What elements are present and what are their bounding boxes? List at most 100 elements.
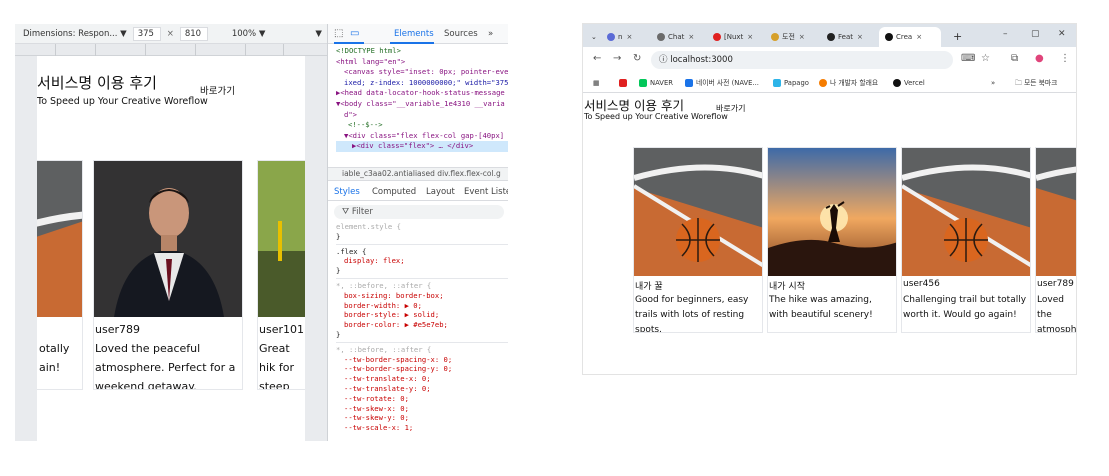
bookmark-papago[interactable]: Papago: [773, 77, 809, 89]
style-line[interactable]: --tw-border-spacing-y: 0;: [336, 364, 508, 374]
dom-line[interactable]: <!DOCTYPE html>: [336, 46, 508, 57]
style-line[interactable]: --tw-border-spacing-x: 0;: [336, 355, 508, 365]
style-line[interactable]: *, ::before, ::after {: [336, 277, 508, 291]
close-tab-icon[interactable]: ×: [799, 33, 805, 41]
card-image: [1036, 148, 1076, 276]
style-line[interactable]: border-width: ▶ 0;: [336, 301, 508, 311]
bookmark-star-icon[interactable]: ☆: [981, 53, 990, 64]
style-line[interactable]: display: flex;: [336, 256, 508, 266]
zoom-label: 100%: [231, 28, 257, 39]
close-tab-icon[interactable]: ×: [688, 33, 694, 41]
bookmark-vercel[interactable]: Vercel: [893, 77, 925, 89]
close-tab-icon[interactable]: ×: [916, 33, 922, 41]
tab-styles[interactable]: Styles: [334, 187, 360, 197]
browser-tab-active[interactable]: Crea ×: [879, 27, 941, 47]
style-line[interactable]: border-color: ▶ #e5e7eb;: [336, 320, 508, 330]
bookmark-naver-dict[interactable]: 네이버 사전 (NAVE...: [685, 77, 759, 89]
review-card[interactable]: otally ain!: [37, 160, 83, 390]
style-line[interactable]: }: [336, 330, 508, 340]
maximize-icon[interactable]: ▢: [1031, 29, 1040, 39]
bookmark-naver[interactable]: NAVER: [639, 77, 673, 89]
tab-event-listeners[interactable]: Event Listen: [464, 187, 508, 197]
profile-avatar[interactable]: ●: [1035, 53, 1044, 64]
apps-icon[interactable]: ▦: [593, 77, 599, 89]
extensions-icon[interactable]: ⧉: [1011, 53, 1018, 64]
style-line[interactable]: --tw-translate-x: 0;: [336, 374, 508, 384]
review-card[interactable]: user456 Challenging trail but totally wo…: [901, 147, 1031, 333]
dom-breadcrumb[interactable]: iable_c3aa02.antialiased div.flex.flex-c…: [328, 167, 508, 181]
dom-line[interactable]: ixed; z-index: 1000000000;" width="375: [336, 78, 508, 89]
dom-line[interactable]: <canvas style="inset: 0px; pointer-eve: [336, 67, 508, 78]
dom-line[interactable]: <!--$-->: [336, 120, 508, 131]
review-card[interactable]: user789 Loved the atmosphere weekend: [1035, 147, 1076, 333]
width-input[interactable]: 375: [132, 26, 161, 41]
all-bookmarks-folder[interactable]: 🗀 모든 북마크: [1015, 77, 1057, 89]
style-line[interactable]: }: [336, 232, 508, 242]
tab-sources[interactable]: Sources: [444, 29, 478, 39]
dom-line-selected[interactable]: ▶<div class="flex"> … </div>: [336, 141, 508, 152]
tab-strip: ⌄ n × Chat × [Nuxt × 도전 × Feat × Crea × + – ▢ …: [583, 24, 1076, 47]
browser-tab[interactable]: 도전 ×: [765, 27, 819, 47]
bookmarks-bar: ▦ NAVER 네이버 사전 (NAVE... Papago 나 개발자 할래요…: [583, 73, 1076, 93]
back-icon[interactable]: ←: [593, 53, 601, 64]
style-line[interactable]: --tw-skew-y: 0;: [336, 413, 508, 423]
site-info-icon[interactable]: ⓘ: [659, 55, 668, 65]
style-line[interactable]: .flex {: [336, 243, 508, 257]
close-tab-icon[interactable]: ×: [857, 33, 863, 41]
style-line[interactable]: *, ::before, ::after {: [336, 341, 508, 355]
dom-line[interactable]: ▼<div class="flex flex-col gap-[40px]: [336, 131, 508, 142]
device-select[interactable]: Dimensions: Respon... ▼: [23, 29, 127, 39]
tab-search-icon[interactable]: ⌄: [585, 27, 599, 47]
styles-pane[interactable]: element.style { } .flex { display: flex;…: [336, 222, 508, 441]
browser-tab[interactable]: n ×: [601, 27, 649, 47]
style-line[interactable]: --tw-skew-x: 0;: [336, 404, 508, 414]
bookmark-dev[interactable]: 나 개발자 할래요: [819, 77, 878, 89]
new-tab-icon[interactable]: +: [947, 27, 962, 47]
dom-line[interactable]: ▶<head data-locator-hook-status-message: [336, 88, 508, 99]
more-options-icon[interactable]: ▼: [315, 29, 322, 39]
translate-icon[interactable]: ⌨: [961, 53, 975, 64]
style-line[interactable]: border-style: ▶ solid;: [336, 310, 508, 320]
review-card[interactable]: user789 Loved the peaceful atmosphere. P…: [93, 160, 243, 390]
more-bookmarks-icon[interactable]: »: [991, 77, 995, 89]
more-tabs-icon[interactable]: »: [488, 29, 493, 39]
tab-computed[interactable]: Computed: [372, 187, 416, 197]
style-line[interactable]: --tw-rotate: 0;: [336, 394, 508, 404]
active-tab-indicator: [390, 42, 434, 44]
dom-line[interactable]: <html lang="en">: [336, 57, 508, 68]
style-line[interactable]: --tw-scale-x: 1;: [336, 423, 508, 433]
style-line[interactable]: --tw-translate-y: 0;: [336, 384, 508, 394]
close-tab-icon[interactable]: ×: [747, 33, 753, 41]
dom-line[interactable]: d">: [336, 110, 508, 121]
close-window-icon[interactable]: ✕: [1058, 29, 1066, 39]
minimize-icon[interactable]: –: [1003, 29, 1008, 39]
zoom-select[interactable]: 100% ▼: [232, 29, 266, 39]
review-card[interactable]: 내가 꿀 Good for beginners, easy trails wit…: [633, 147, 763, 333]
dom-tree[interactable]: <!DOCTYPE html> <html lang="en"> <canvas…: [336, 46, 508, 166]
browser-tab[interactable]: Chat ×: [651, 27, 705, 47]
dom-line[interactable]: ▼<body class="__variable_1e4310 __varia: [336, 99, 508, 110]
shortcut-link[interactable]: 바로가기: [200, 83, 235, 97]
review-card[interactable]: 내가 시작 The hike was amazing, with beautif…: [767, 147, 897, 333]
device-toggle-icon[interactable]: ▭: [350, 28, 359, 39]
style-line[interactable]: element.style {: [336, 222, 508, 232]
review-card[interactable]: user101 Great hik for steep: [257, 160, 305, 390]
basketball-image: [1036, 148, 1076, 276]
forward-icon[interactable]: →: [613, 53, 621, 64]
tab-layout[interactable]: Layout: [426, 187, 455, 197]
tab-elements[interactable]: Elements: [394, 29, 434, 39]
browser-tab[interactable]: [Nuxt ×: [707, 27, 763, 47]
bookmark-youtube[interactable]: [619, 77, 630, 89]
menu-icon[interactable]: ⋮: [1060, 53, 1070, 64]
tab-label: [Nuxt: [724, 33, 744, 41]
styles-filter-input[interactable]: ⛛ Filter: [334, 205, 504, 219]
style-line[interactable]: }: [336, 266, 508, 276]
reload-icon[interactable]: ↻: [633, 53, 641, 64]
close-tab-icon[interactable]: ×: [626, 33, 632, 41]
style-line[interactable]: box-sizing: border-box;: [336, 291, 508, 301]
inspect-icon[interactable]: ⬚: [334, 28, 343, 39]
browser-tab[interactable]: Feat ×: [821, 27, 877, 47]
review-user: 내가 시작: [769, 282, 805, 292]
height-input[interactable]: 810: [179, 26, 208, 41]
address-bar[interactable]: ⓘ localhost:3000: [651, 51, 953, 69]
